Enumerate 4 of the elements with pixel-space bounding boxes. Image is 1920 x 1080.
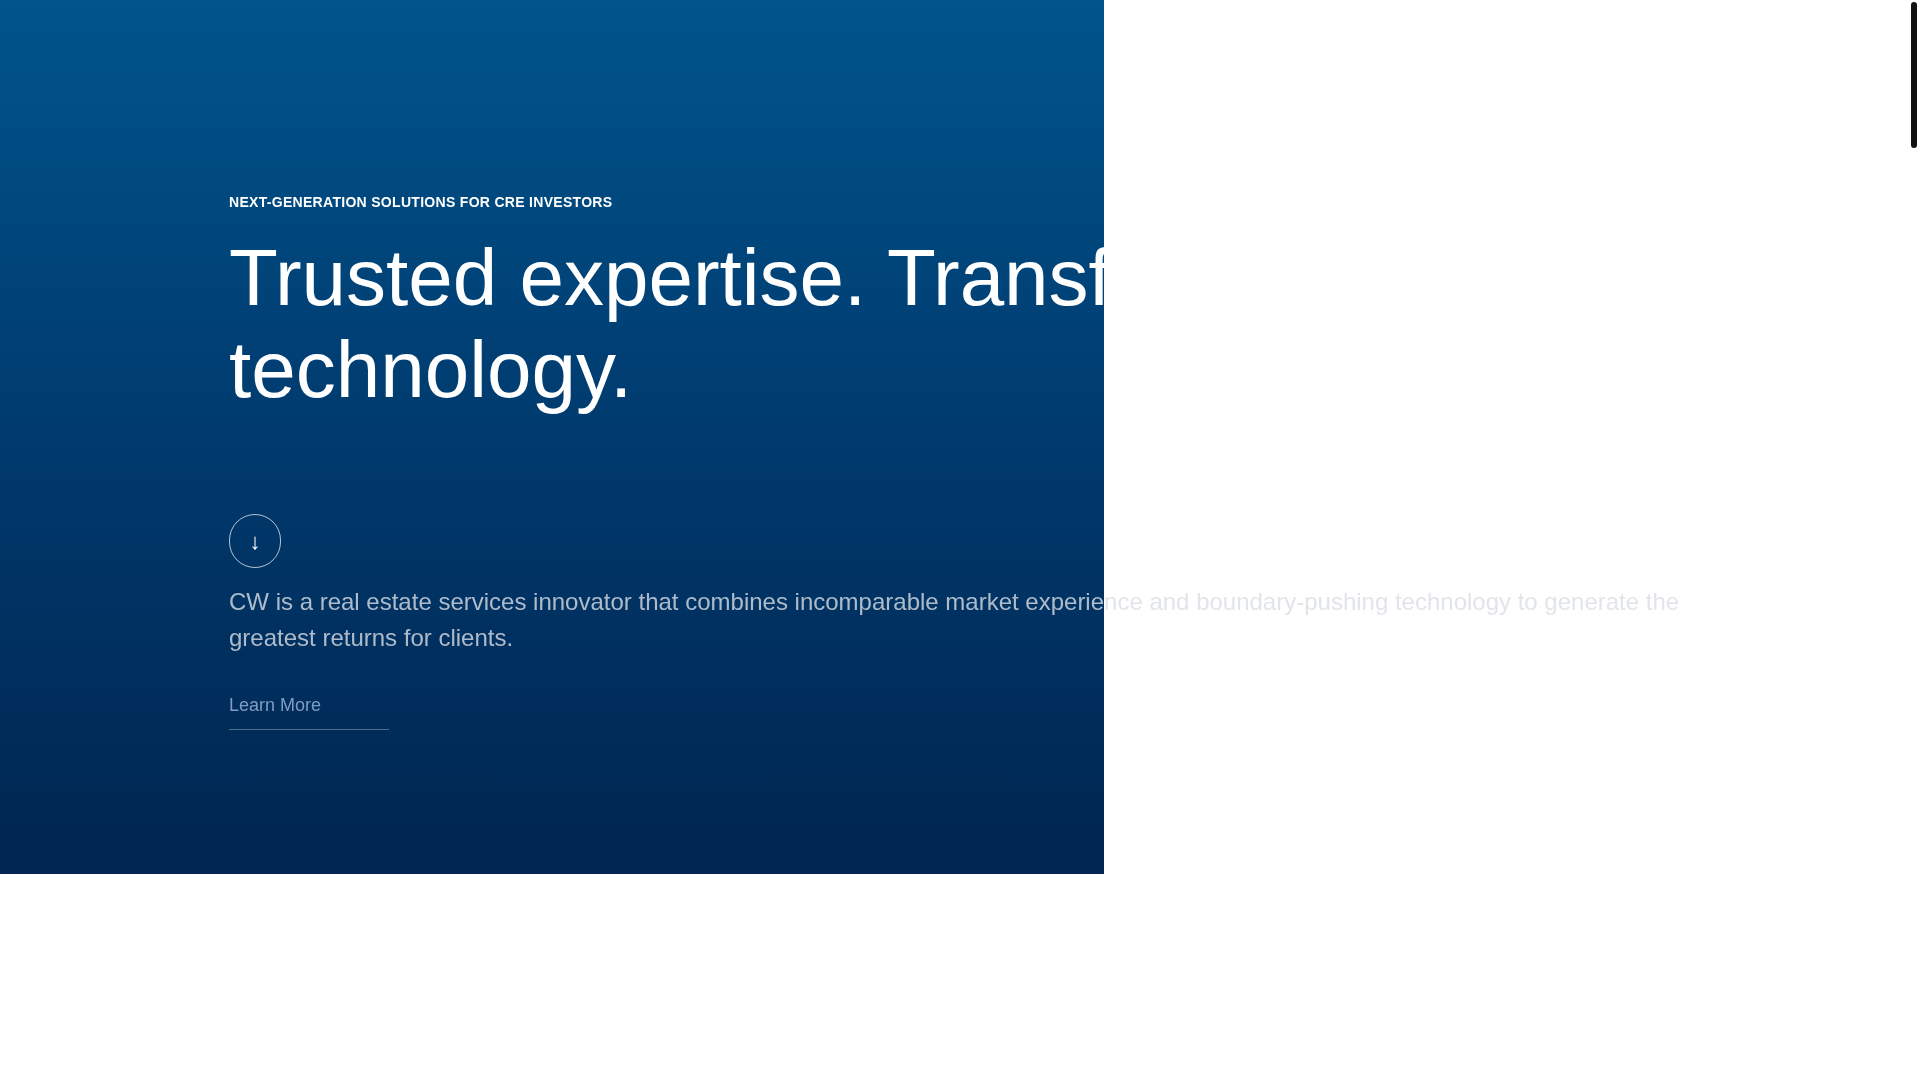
hero-eyebrow: NEXT-GENERATION SOLUTIONS FOR CRE INVESTORS — [229, 194, 614, 210]
learn-more-link[interactable]: Learn More — [229, 692, 389, 730]
scrollbar-thumb[interactable] — [1911, 2, 1917, 148]
hero-heading: Trusted expertise. Transf technology. — [229, 232, 1112, 416]
